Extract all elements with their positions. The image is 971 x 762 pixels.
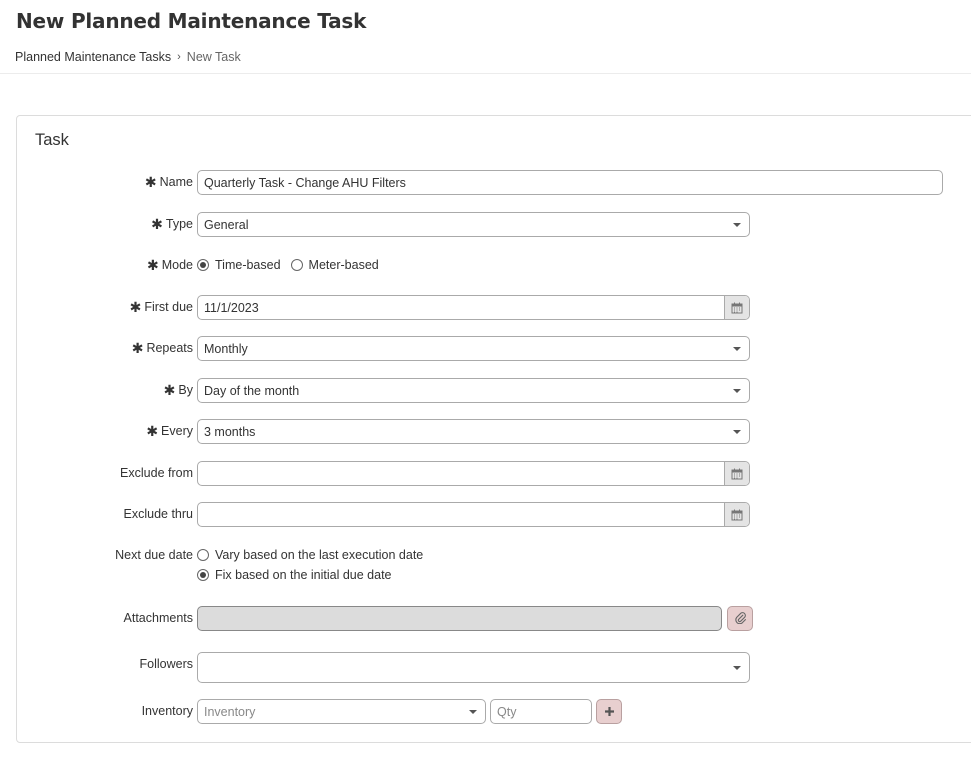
breadcrumb-current: New Task <box>186 50 241 64</box>
first-due-label: ✱ First due <box>129 299 193 315</box>
radio-checked-icon[interactable] <box>197 569 209 581</box>
exclude-thru-label: Exclude thru <box>123 507 193 521</box>
inventory-qty-input[interactable]: Qty <box>490 699 592 724</box>
panel-title: Task <box>35 131 69 149</box>
chevron-down-icon <box>733 666 741 670</box>
attachments-label: Attachments <box>123 611 193 625</box>
calendar-icon[interactable] <box>724 296 749 319</box>
repeats-select[interactable]: Monthly <box>197 336 750 361</box>
next-due-fix-option[interactable]: Fix based on the initial due date <box>197 568 392 582</box>
required-marker: ✱ <box>144 174 157 190</box>
radio-unchecked-icon[interactable] <box>290 259 303 271</box>
calendar-icon[interactable] <box>724 503 749 526</box>
every-select[interactable]: 3 months <box>197 419 750 444</box>
next-due-vary-option[interactable]: Vary based on the last execution date <box>197 548 423 562</box>
mode-meter-based-option[interactable]: Meter-based <box>290 258 379 272</box>
breadcrumb: Planned Maintenance Tasks › New Task <box>15 50 241 64</box>
followers-select[interactable] <box>197 652 750 683</box>
name-input[interactable]: Quarterly Task - Change AHU Filters <box>197 170 943 195</box>
chevron-down-icon <box>469 710 477 714</box>
next-due-date-label: Next due date <box>115 548 193 562</box>
page-title: New Planned Maintenance Task <box>16 9 367 33</box>
radio-checked-icon[interactable] <box>197 259 209 271</box>
name-label: ✱ Name <box>144 174 193 190</box>
next-due-date-radio-group: Vary based on the last execution date Fi… <box>197 548 423 582</box>
first-due-date-input[interactable]: 11/1/2023 <box>197 295 750 320</box>
mode-label: ✱ Mode <box>146 257 193 273</box>
followers-label: Followers <box>139 657 194 671</box>
by-label: ✱ By <box>163 382 193 398</box>
type-label: ✱ Type <box>151 216 193 232</box>
exclude-from-label: Exclude from <box>120 466 193 480</box>
chevron-down-icon <box>733 430 741 434</box>
attach-button[interactable] <box>727 606 753 631</box>
inventory-select[interactable]: Inventory <box>197 699 486 724</box>
by-select[interactable]: Day of the month <box>197 378 750 403</box>
inventory-label: Inventory <box>141 704 193 718</box>
chevron-down-icon <box>733 347 741 351</box>
chevron-down-icon <box>733 389 741 393</box>
task-panel: Task ✱ Name Quarterly Task - Change AHU … <box>16 115 971 743</box>
plus-icon <box>604 704 615 720</box>
exclude-from-date-input[interactable] <box>197 461 750 486</box>
paperclip-icon <box>734 611 747 627</box>
attachments-field <box>197 606 722 631</box>
repeats-label: ✱ Repeats <box>131 340 193 356</box>
add-inventory-button[interactable] <box>596 699 622 724</box>
every-label: ✱ Every <box>146 423 193 439</box>
breadcrumb-chevron-icon: › <box>177 51 181 63</box>
breadcrumb-parent-link[interactable]: Planned Maintenance Tasks <box>15 50 171 64</box>
header-divider <box>0 73 971 74</box>
exclude-thru-date-input[interactable] <box>197 502 750 527</box>
radio-unchecked-icon[interactable] <box>197 549 209 561</box>
type-select[interactable]: General <box>197 212 750 237</box>
mode-time-based-option[interactable]: Time-based <box>197 258 281 272</box>
mode-radio-group: Time-based Meter-based <box>197 258 379 272</box>
chevron-down-icon <box>733 223 741 227</box>
calendar-icon[interactable] <box>724 462 749 485</box>
